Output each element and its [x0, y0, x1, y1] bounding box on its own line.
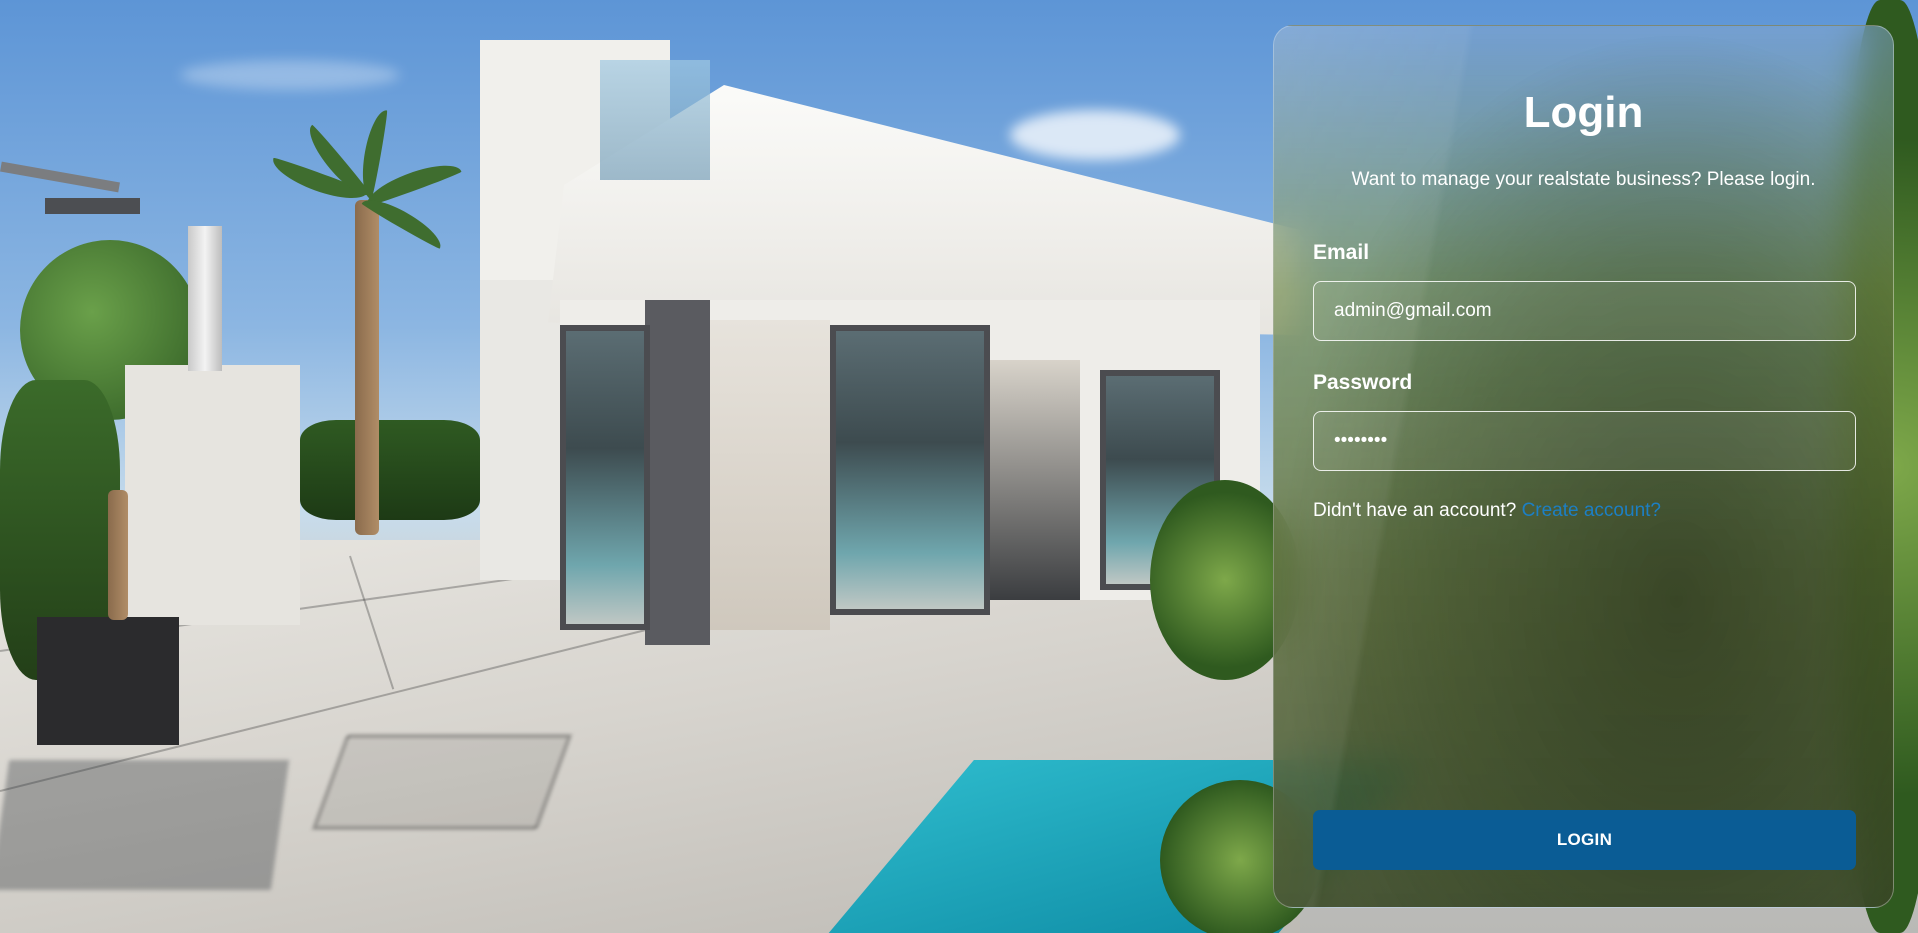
pillar — [645, 300, 710, 645]
cloud — [180, 60, 400, 90]
glass-door — [830, 325, 990, 615]
create-account-link[interactable]: Create account? — [1522, 500, 1661, 521]
signup-row: Didn't have an account? Create account? — [1313, 500, 1661, 522]
signup-prompt: Didn't have an account? — [1313, 500, 1517, 521]
password-field[interactable] — [1313, 411, 1856, 471]
hedge — [300, 420, 480, 520]
email-label: Email — [1313, 241, 1370, 264]
background-photo: Login Want to manage your realstate busi… — [0, 0, 1918, 933]
login-subtitle: Want to manage your realstate business? … — [1351, 169, 1816, 190]
palm-trunk — [108, 490, 128, 620]
cloud — [1010, 110, 1180, 160]
garden-wall — [125, 365, 300, 625]
planter — [37, 617, 179, 745]
lamp-head — [45, 198, 140, 214]
lamp-post — [0, 161, 120, 193]
patio-shadow — [312, 735, 572, 829]
terrace-glass — [600, 60, 710, 180]
email-field[interactable] — [1313, 281, 1856, 341]
password-label: Password — [1313, 371, 1413, 394]
login-card: Login Want to manage your realstate busi… — [1273, 25, 1894, 908]
login-title: Login — [1523, 88, 1644, 137]
login-button[interactable]: LOGIN — [1313, 810, 1856, 870]
interior — [990, 360, 1080, 600]
house-wall — [480, 280, 570, 580]
palm-trunk — [355, 200, 379, 535]
glass-door — [560, 325, 650, 630]
interior — [710, 320, 830, 630]
chimney — [188, 226, 222, 371]
patio-shadow — [0, 760, 290, 890]
